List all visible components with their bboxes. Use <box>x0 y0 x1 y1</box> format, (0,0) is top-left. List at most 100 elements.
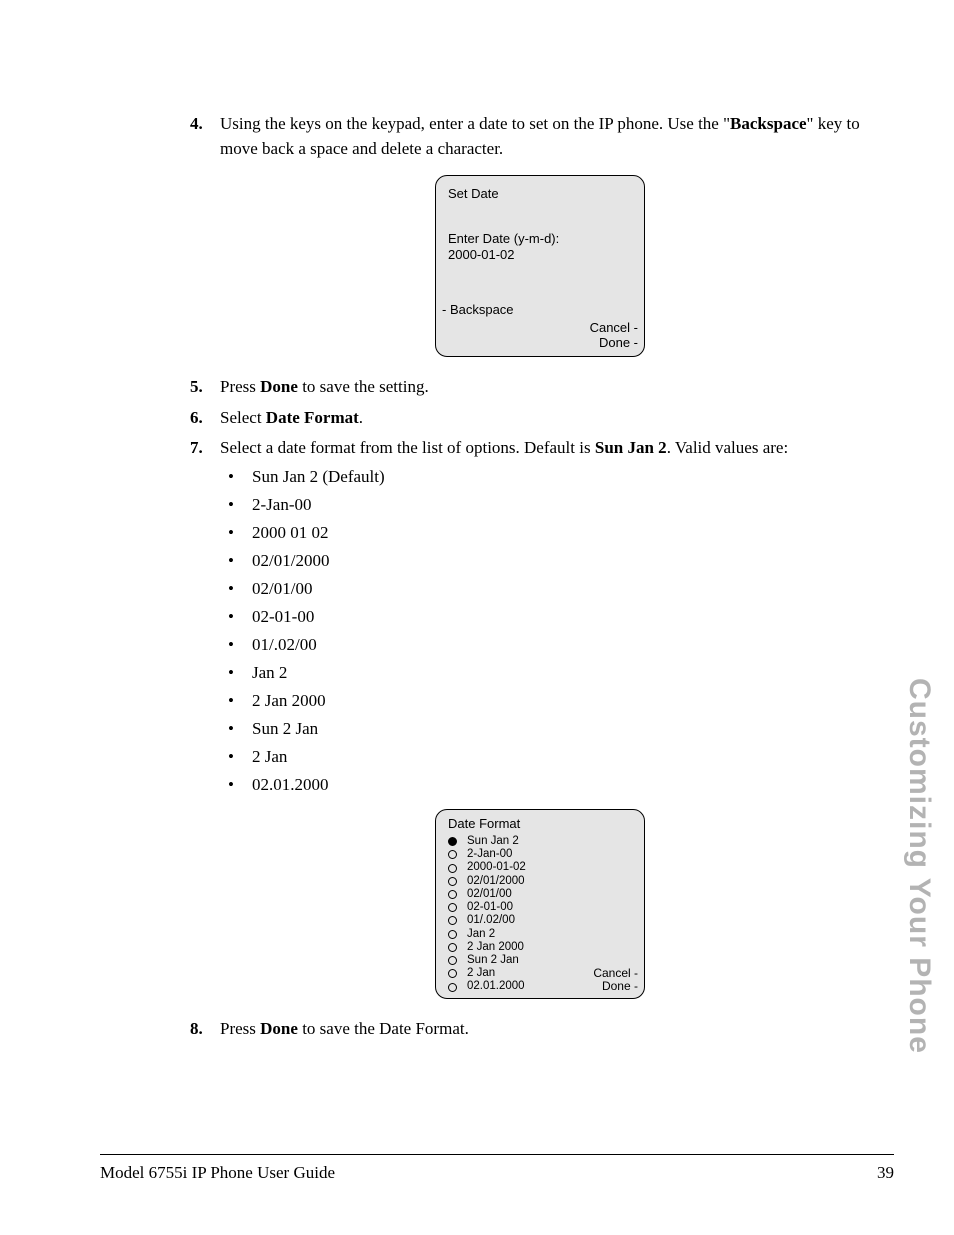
step-5: 5. Press Done to save the setting. <box>190 375 890 400</box>
list-item: •02-01-00 <box>220 607 890 627</box>
text: to save the setting. <box>298 377 429 396</box>
radio-label: 02/01/00 <box>467 888 512 901</box>
radio-option[interactable]: 01/.02/00 <box>436 914 644 927</box>
page-number: 39 <box>877 1163 894 1183</box>
bullet-text: 02.01.2000 <box>252 775 329 795</box>
bullet-text: 2 Jan 2000 <box>252 691 326 711</box>
list-item: •Jan 2 <box>220 663 890 683</box>
radio-empty-icon <box>448 916 457 925</box>
screen-title: Set Date <box>436 184 644 215</box>
radio-empty-icon <box>448 943 457 952</box>
step-text: Press Done to save the setting. <box>220 375 429 400</box>
bold-text: Done <box>260 1019 298 1038</box>
list-item: •2000 01 02 <box>220 523 890 543</box>
radio-label: Sun 2 Jan <box>467 954 519 967</box>
date-format-screen: Date Format Sun Jan 2 2-Jan-00 2000-01-0… <box>435 809 645 999</box>
done-softkey[interactable]: Done - <box>593 980 638 993</box>
radio-label: 2000-01-02 <box>467 861 526 874</box>
radio-filled-icon <box>448 837 457 846</box>
page-footer: Model 6755i IP Phone User Guide 39 <box>100 1163 894 1183</box>
radio-option[interactable]: Sun Jan 2 <box>436 835 644 848</box>
bullet-text: Jan 2 <box>252 663 287 683</box>
bullet-icon: • <box>220 495 252 515</box>
cancel-softkey[interactable]: Cancel - <box>436 321 644 335</box>
bold-text: Sun Jan 2 <box>595 438 667 457</box>
bullet-text: Sun 2 Jan <box>252 719 318 739</box>
list-item: •02/01/2000 <box>220 551 890 571</box>
step-6: 6. Select Date Format. <box>190 406 890 431</box>
step-4: 4. Using the keys on the keypad, enter a… <box>190 112 890 161</box>
set-date-screen-wrap: Set Date Enter Date (y-m-d): 2000-01-02 … <box>190 175 890 357</box>
bullet-icon: • <box>220 691 252 711</box>
radio-option[interactable]: 2000-01-02 <box>436 861 644 874</box>
radio-empty-icon <box>448 930 457 939</box>
text: to save the Date Format. <box>298 1019 469 1038</box>
bold-text: Done <box>260 377 298 396</box>
radio-empty-icon <box>448 877 457 886</box>
text: Press <box>220 1019 260 1038</box>
bullet-icon: • <box>220 551 252 571</box>
radio-empty-icon <box>448 864 457 873</box>
step-number: 7. <box>190 436 220 461</box>
text: Select <box>220 408 266 427</box>
bullet-icon: • <box>220 467 252 487</box>
text: Select a date format from the list of op… <box>220 438 595 457</box>
list-item: •Sun 2 Jan <box>220 719 890 739</box>
radio-option[interactable]: Sun 2 Jan <box>436 954 644 967</box>
bullet-text: 02/01/00 <box>252 579 312 599</box>
bullet-text: 2000 01 02 <box>252 523 329 543</box>
radio-option[interactable]: 02-01-00 <box>436 901 644 914</box>
date-format-screen-wrap: Date Format Sun Jan 2 2-Jan-00 2000-01-0… <box>190 809 890 999</box>
bullet-text: 02/01/2000 <box>252 551 329 571</box>
radio-empty-icon <box>448 983 457 992</box>
list-item: •Sun Jan 2 (Default) <box>220 467 890 487</box>
softkeys-right: Cancel - Done - <box>593 967 638 993</box>
radio-option[interactable]: 2-Jan-00 <box>436 848 644 861</box>
radio-label: 02/01/2000 <box>467 875 525 888</box>
step-text: Select a date format from the list of op… <box>220 436 788 461</box>
radio-option[interactable]: 02/01/2000 <box>436 875 644 888</box>
bullet-text: 2 Jan <box>252 747 287 767</box>
radio-option[interactable]: 2 Jan 2000 <box>436 941 644 954</box>
footer-title: Model 6755i IP Phone User Guide <box>100 1163 335 1183</box>
radio-empty-icon <box>448 890 457 899</box>
radio-empty-icon <box>448 903 457 912</box>
step-number: 4. <box>190 112 220 161</box>
bullet-icon: • <box>220 663 252 683</box>
bullet-icon: • <box>220 607 252 627</box>
bullet-icon: • <box>220 775 252 795</box>
screen-prompt: Enter Date (y-m-d): <box>436 231 644 247</box>
list-item: •01/.02/00 <box>220 635 890 655</box>
radio-option[interactable]: 02/01/00 <box>436 888 644 901</box>
list-item: •2 Jan <box>220 747 890 767</box>
bullet-text: 2-Jan-00 <box>252 495 311 515</box>
text: . <box>359 408 363 427</box>
text: . Valid values are: <box>667 438 788 457</box>
radio-label: 02-01-00 <box>467 901 513 914</box>
radio-option[interactable]: Jan 2 <box>436 928 644 941</box>
screen-title: Date Format <box>436 816 644 835</box>
bullet-text: 01/.02/00 <box>252 635 317 655</box>
footer-rule <box>100 1154 894 1155</box>
list-item: •2 Jan 2000 <box>220 691 890 711</box>
section-side-tab: Customizing Your Phone <box>902 678 936 1054</box>
radio-label: Sun Jan 2 <box>467 835 519 848</box>
step-number: 5. <box>190 375 220 400</box>
radio-label: 02.01.2000 <box>467 980 525 993</box>
step-7: 7. Select a date format from the list of… <box>190 436 890 461</box>
radio-label: 01/.02/00 <box>467 914 515 927</box>
bullet-icon: • <box>220 579 252 599</box>
screen-value: 2000-01-02 <box>436 247 644 263</box>
list-item: •02.01.2000 <box>220 775 890 795</box>
text: Using the keys on the keypad, enter a da… <box>220 114 730 133</box>
done-softkey[interactable]: Done - <box>436 336 644 350</box>
radio-label: 2 Jan 2000 <box>467 941 524 954</box>
page: 4. Using the keys on the keypad, enter a… <box>0 0 954 1235</box>
bold-text: Date Format <box>266 408 359 427</box>
text: Press <box>220 377 260 396</box>
bold-text: Backspace <box>730 114 807 133</box>
backspace-softkey[interactable]: - Backspace <box>436 302 644 317</box>
bullet-icon: • <box>220 635 252 655</box>
bullet-icon: • <box>220 523 252 543</box>
radio-label: Jan 2 <box>467 928 495 941</box>
